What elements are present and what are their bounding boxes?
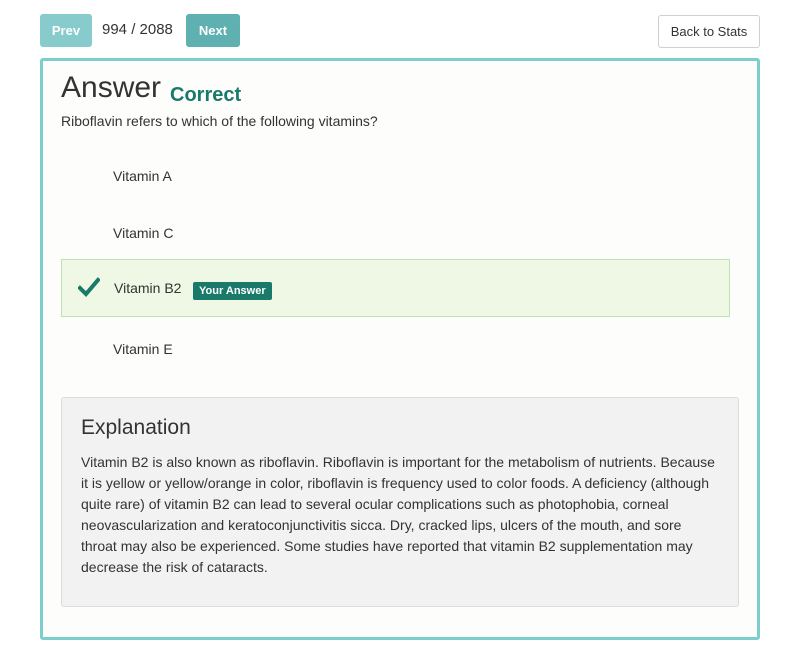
option-label: Vitamin A	[113, 168, 172, 184]
explanation-box: Explanation Vitamin B2 is also known as …	[61, 397, 739, 607]
option-label: Vitamin B2	[114, 280, 182, 296]
answer-panel: Answer Correct Riboflavin refers to whic…	[40, 58, 760, 640]
explanation-title: Explanation	[81, 416, 191, 439]
question-counter: 994 / 2088	[102, 21, 173, 38]
option-vitamin-a[interactable]: Vitamin A	[61, 147, 730, 205]
page-title: Answer	[61, 71, 162, 104]
prev-button[interactable]: Prev	[40, 14, 92, 47]
top-navigation: Prev 994 / 2088 Next Back to Stats	[0, 0, 800, 56]
option-vitamin-e[interactable]: Vitamin E	[61, 320, 730, 378]
next-button[interactable]: Next	[186, 14, 240, 47]
option-label: Vitamin C	[113, 225, 174, 241]
result-status: Correct	[170, 84, 242, 106]
question-text: Riboflavin refers to which of the follow…	[61, 113, 378, 129]
your-answer-badge: Your Answer	[193, 282, 272, 300]
checkmark-icon	[77, 276, 101, 298]
option-vitamin-c[interactable]: Vitamin C	[61, 204, 730, 262]
option-vitamin-b2[interactable]: Vitamin B2 Your Answer	[61, 259, 730, 317]
back-to-stats-button[interactable]: Back to Stats	[658, 15, 760, 48]
option-label: Vitamin E	[113, 341, 173, 357]
explanation-text: Vitamin B2 is also known as riboflavin. …	[81, 454, 715, 575]
